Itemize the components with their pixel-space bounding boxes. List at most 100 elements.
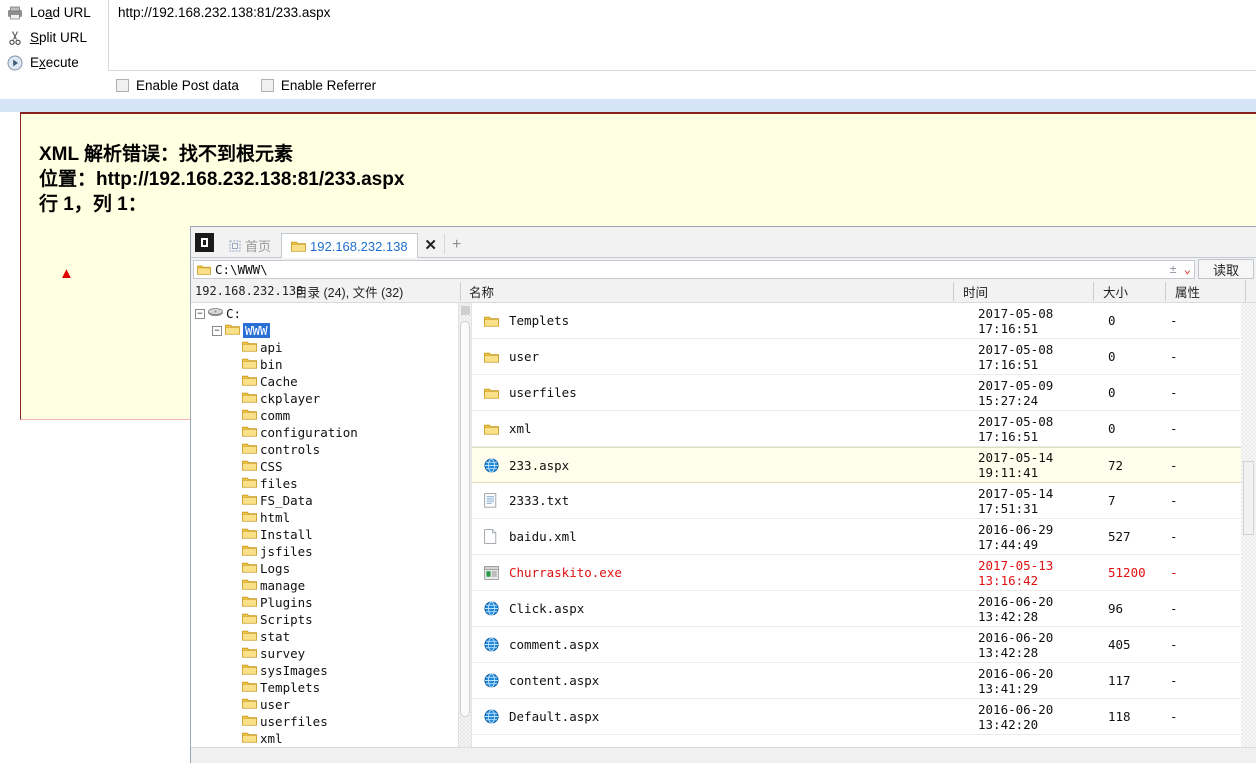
tree-node-label: stat bbox=[260, 629, 290, 644]
enable-referrer-checkbox[interactable]: Enable Referrer bbox=[261, 78, 376, 93]
new-tab-button[interactable]: + bbox=[447, 233, 467, 257]
tree-node-drive-c[interactable]: −C: bbox=[191, 305, 471, 322]
file-row[interactable]: 2333.txt2017-05-14 17:51:317- bbox=[472, 483, 1256, 519]
plus-minus-icon[interactable]: ± bbox=[1170, 262, 1177, 276]
tree-collapse-toggle[interactable]: − bbox=[195, 309, 205, 319]
file-name-label: 2333.txt bbox=[509, 493, 569, 508]
file-size-cell: 51200 bbox=[1108, 565, 1170, 580]
folder-icon bbox=[242, 612, 257, 627]
hackbar-options: Enable Post data Enable Referrer bbox=[108, 71, 1256, 99]
folder-icon bbox=[242, 697, 257, 712]
tree-node-xml[interactable]: xml bbox=[191, 730, 471, 747]
tree-node-comm[interactable]: comm bbox=[191, 407, 471, 424]
read-button[interactable]: 读取 bbox=[1198, 259, 1254, 279]
tree-node-scripts[interactable]: Scripts bbox=[191, 611, 471, 628]
folder-icon bbox=[242, 408, 257, 423]
tree-node-fs_data[interactable]: FS_Data bbox=[191, 492, 471, 509]
tree-node-userfiles[interactable]: userfiles bbox=[191, 713, 471, 730]
folder-icon bbox=[484, 351, 500, 363]
tree-node-survey[interactable]: survey bbox=[191, 645, 471, 662]
tree-node-configuration[interactable]: configuration bbox=[191, 424, 471, 441]
load-url-button[interactable]: Load URL bbox=[0, 0, 108, 25]
text-icon bbox=[484, 493, 500, 508]
folder-icon bbox=[242, 357, 257, 372]
tab-close-icon[interactable]: ✕ bbox=[420, 233, 442, 257]
column-header-size[interactable]: 大小 bbox=[1093, 282, 1165, 301]
tree-node-label: sysImages bbox=[260, 663, 328, 678]
file-list-scrollbar[interactable] bbox=[1241, 303, 1256, 763]
tree-node-bin[interactable]: bin bbox=[191, 356, 471, 373]
column-header-time[interactable]: 时间 bbox=[953, 282, 1093, 301]
tree-node-cache[interactable]: Cache bbox=[191, 373, 471, 390]
chevron-down-icon[interactable]: ⌄ bbox=[1184, 262, 1191, 276]
tree-node-label: Logs bbox=[260, 561, 290, 576]
folder-icon bbox=[242, 442, 257, 457]
file-row[interactable]: 233.aspx2017-05-14 19:11:4172- bbox=[472, 447, 1256, 483]
file-name-label: comment.aspx bbox=[509, 637, 599, 652]
file-list-panel[interactable]: Templets2017-05-08 17:16:510-user2017-05… bbox=[472, 303, 1256, 763]
file-attr-cell: - bbox=[1170, 313, 1240, 328]
file-size-cell: 0 bbox=[1108, 385, 1170, 400]
tree-node-api[interactable]: api bbox=[191, 339, 471, 356]
tree-node-logs[interactable]: Logs bbox=[191, 560, 471, 577]
file-row[interactable]: Templets2017-05-08 17:16:510- bbox=[472, 303, 1256, 339]
tab-separator bbox=[444, 234, 445, 254]
tree-collapse-toggle[interactable]: − bbox=[212, 326, 222, 336]
tree-node-css[interactable]: CSS bbox=[191, 458, 471, 475]
execute-button[interactable]: Execute bbox=[0, 50, 108, 75]
tree-node-jsfiles[interactable]: jsfiles bbox=[191, 543, 471, 560]
tree-node-install[interactable]: Install bbox=[191, 526, 471, 543]
tree-node-www[interactable]: − WWW bbox=[191, 322, 471, 339]
app-logo-icon bbox=[195, 233, 214, 252]
file-row[interactable]: xml2017-05-08 17:16:510- bbox=[472, 411, 1256, 447]
file-row[interactable]: baidu.xml2016-06-29 17:44:49527- bbox=[472, 519, 1256, 555]
column-header-attr[interactable]: 属性 bbox=[1165, 282, 1245, 301]
exe-icon bbox=[484, 566, 500, 580]
tree-node-manage[interactable]: manage bbox=[191, 577, 471, 594]
file-name-cell: 2333.txt bbox=[472, 493, 978, 508]
tree-node-label: Templets bbox=[260, 680, 320, 695]
file-name-cell: user bbox=[472, 349, 978, 364]
tree-node-label: Install bbox=[260, 527, 313, 542]
checkbox-box[interactable] bbox=[261, 79, 274, 92]
tab-home[interactable]: 首页 bbox=[219, 233, 281, 257]
file-time-cell: 2016-06-29 17:44:49 bbox=[978, 522, 1108, 552]
folder-icon bbox=[484, 423, 500, 435]
url-textarea[interactable]: http://192.168.232.138:81/233.aspx bbox=[108, 0, 1256, 71]
tab-host-label: 192.168.232.138 bbox=[310, 239, 408, 254]
column-header-name[interactable]: 名称 bbox=[460, 282, 953, 301]
tree-node-ckplayer[interactable]: ckplayer bbox=[191, 390, 471, 407]
file-row[interactable]: user2017-05-08 17:16:510- bbox=[472, 339, 1256, 375]
tree-node-sysimages[interactable]: sysImages bbox=[191, 662, 471, 679]
tree-node-stat[interactable]: stat bbox=[191, 628, 471, 645]
file-row[interactable]: Default.aspx2016-06-20 13:42:20118- bbox=[472, 699, 1256, 735]
tree-node-label: Plugins bbox=[260, 595, 313, 610]
tree-scrollbar-thumb[interactable] bbox=[460, 321, 470, 717]
file-size-cell: 405 bbox=[1108, 637, 1170, 652]
tab-home-label: 首页 bbox=[245, 236, 271, 255]
tree-node-templets[interactable]: Templets bbox=[191, 679, 471, 696]
tab-host-192-168-232-138[interactable]: 192.168.232.138 bbox=[281, 233, 418, 258]
split-url-button[interactable]: Split URL bbox=[0, 25, 108, 50]
tree-node-html[interactable]: html bbox=[191, 509, 471, 526]
folder-icon bbox=[242, 544, 257, 559]
enable-post-data-checkbox[interactable]: Enable Post data bbox=[116, 78, 239, 93]
tree-scroll-up-button[interactable] bbox=[461, 306, 470, 315]
file-row[interactable]: comment.aspx2016-06-20 13:42:28405- bbox=[472, 627, 1256, 663]
tree-scrollbar[interactable] bbox=[458, 303, 471, 763]
file-row[interactable]: Click.aspx2016-06-20 13:42:2896- bbox=[472, 591, 1256, 627]
file-row[interactable]: Churraskito.exe2017-05-13 13:16:4251200- bbox=[472, 555, 1256, 591]
url-value: http://192.168.232.138:81/233.aspx bbox=[109, 0, 1256, 20]
tree-node-files[interactable]: files bbox=[191, 475, 471, 492]
checkbox-box[interactable] bbox=[116, 79, 129, 92]
tree-node-controls[interactable]: controls bbox=[191, 441, 471, 458]
file-row[interactable]: userfiles2017-05-09 15:27:240- bbox=[472, 375, 1256, 411]
directory-tree-panel[interactable]: −C:−WWWapibinCacheckplayercommconfigurat… bbox=[191, 303, 472, 763]
file-row[interactable]: content.aspx2016-06-20 13:41:29117- bbox=[472, 663, 1256, 699]
tree-node-user[interactable]: user bbox=[191, 696, 471, 713]
tree-node-plugins[interactable]: Plugins bbox=[191, 594, 471, 611]
path-input[interactable]: C:\WWW\ ± ⌄ bbox=[193, 260, 1195, 279]
tree-node-label: WWW bbox=[243, 323, 270, 338]
file-list-scrollbar-thumb[interactable] bbox=[1243, 461, 1254, 535]
info-and-column-header-row: 192.168.232.138 目录 (24), 文件 (32) 名称 时间 大… bbox=[191, 280, 1256, 303]
